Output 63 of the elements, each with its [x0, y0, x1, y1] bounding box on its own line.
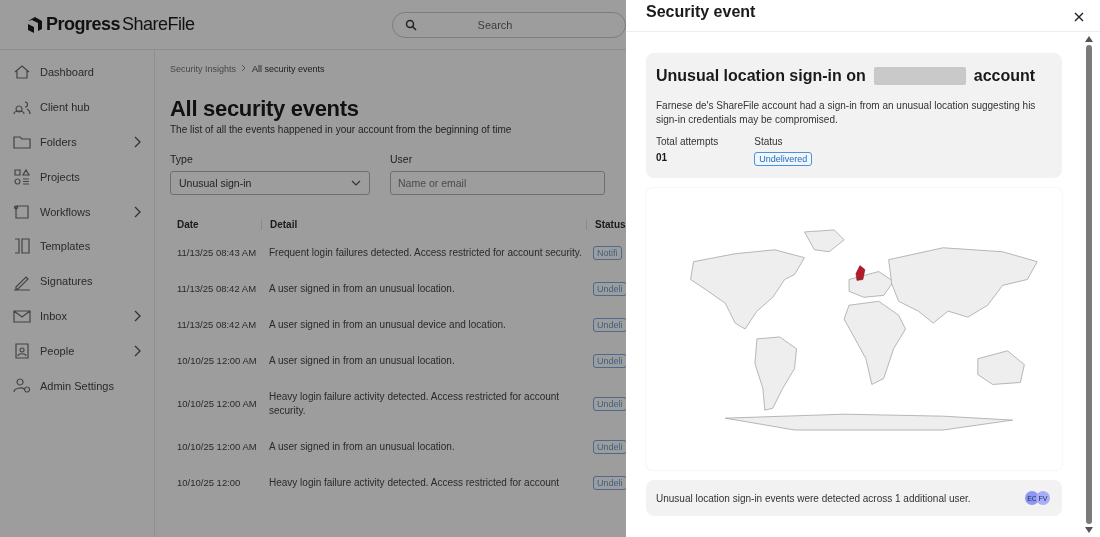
date-cell-text: 11/13/25 08:43 AM — [176, 246, 258, 260]
template-icon — [12, 236, 32, 257]
chevron-right-icon — [134, 344, 142, 357]
stat-label: Status — [754, 136, 783, 147]
event-heading: Unusual location sign-in on — [656, 67, 866, 85]
user-input-field[interactable]: Name or email — [390, 171, 605, 195]
sidebar-item[interactable]: Client hub — [0, 89, 154, 125]
date-cell-text: 11/13/25 08:42 AM — [176, 318, 258, 332]
chevron-right-icon — [134, 309, 142, 322]
date-cell-text: 11/13/25 08:42 AM — [176, 282, 258, 296]
search-icon — [405, 18, 417, 31]
column-header: Status — [586, 218, 626, 230]
location-marker-icon — [855, 265, 866, 281]
detail-cell-text: Heavy login failure activity detected. Access restricted for account security. — [268, 390, 561, 418]
page-subtitle: The list of all the events happened in your account from the beginning of time — [170, 124, 513, 135]
sidebar-item[interactable]: Folders — [0, 124, 154, 160]
brand-name: Progress — [46, 14, 121, 35]
drawer-title: Security event — [646, 3, 756, 21]
sidebar-item[interactable]: People — [0, 333, 154, 369]
detail-cell-text: A user signed in from an unusual location. — [268, 282, 456, 296]
scroll-down-icon[interactable] — [1085, 527, 1093, 533]
date-cell-text: 10/10/25 12:00 AM — [176, 397, 258, 411]
sidebar-item[interactable]: Dashboard — [0, 55, 154, 90]
sidebar-item[interactable]: Admin Settings — [0, 368, 154, 403]
detail-cell-text: Frequent login failures detected. Access restricted for account security. — [268, 246, 583, 260]
status-badge: Undelivered — [754, 152, 813, 166]
field-label: User — [390, 153, 414, 165]
sidebar-item[interactable]: Signatures — [0, 263, 154, 299]
stat-label: Total attempts — [656, 136, 719, 147]
date-cell-text: 10/10/25 12:00 AM — [176, 440, 258, 454]
sidebar-item[interactable]: Inbox — [0, 298, 154, 334]
breadcrumb-link[interactable]: All security events — [252, 64, 325, 74]
type-dropdown[interactable]: Unusual sign-in — [170, 171, 370, 195]
page-title: All security events — [170, 96, 360, 122]
detail-cell-text: A user signed in from an unusual location. — [268, 440, 456, 454]
column-header: Detail — [261, 218, 586, 230]
detail-cell-text: Heavy login failure activity detected. Access restricted for account — [268, 476, 561, 490]
date-cell-text: 10/10/25 12:00 — [176, 476, 242, 490]
detail-cell-text: A user signed in from an unusual location. — [268, 354, 456, 368]
user-settings-icon — [12, 375, 32, 396]
shapes-icon — [12, 166, 32, 187]
event-description: Farnese de's ShareFile account had a sign-in from an unusual location suggesting his sign-in credentials may be compromised. — [656, 99, 1037, 127]
scroll-up-icon[interactable] — [1085, 36, 1093, 42]
column-header: Date — [176, 218, 200, 230]
breadcrumb-link[interactable]: Security Insights — [170, 64, 237, 74]
detail-cell-text: A user signed in from an unusual device and location. — [268, 318, 507, 332]
sidebar-item[interactable]: Projects — [0, 159, 154, 195]
product-name: ShareFile — [122, 14, 195, 35]
breadcrumb-separator-icon — [241, 64, 248, 74]
event-heading: account — [973, 67, 1036, 85]
additional-users-note: Unusual location sign-in events were detected across 1 additional user. — [656, 492, 971, 504]
chevron-right-icon — [134, 205, 142, 218]
logo-icon — [26, 15, 44, 34]
sidebar-item[interactable]: Templates — [0, 229, 154, 264]
contact-card-icon — [12, 340, 32, 361]
chevron-right-icon — [134, 136, 142, 148]
sidebar-item[interactable]: Workflows — [0, 194, 154, 229]
close-icon — [1074, 12, 1084, 22]
date-cell-text: 10/10/25 12:00 AM — [176, 354, 258, 368]
stat-value: 01 — [656, 152, 668, 163]
field-label: Type — [170, 153, 194, 165]
status-badge: Notifi — [593, 246, 622, 260]
chevron-down-icon — [351, 180, 361, 186]
